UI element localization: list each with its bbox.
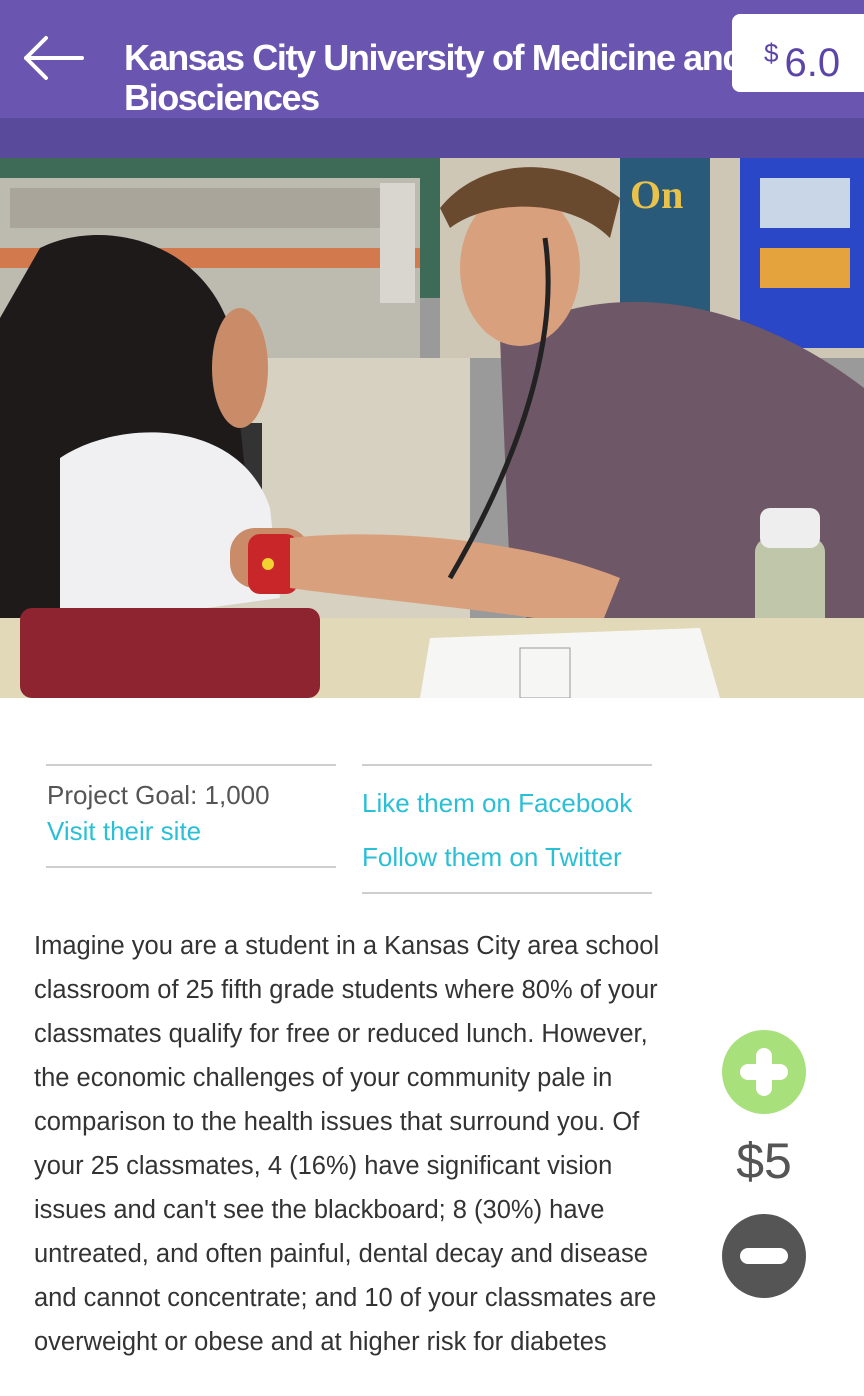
project-info: Project Goal: 1,000 Visit their site (46, 764, 336, 868)
balance-badge[interactable]: $6.0 (732, 14, 864, 92)
page-title: Kansas City University of Medicine and B… (124, 38, 744, 118)
sign-text: On (630, 172, 683, 217)
twitter-link[interactable]: Follow them on Twitter (362, 842, 622, 873)
minus-icon (740, 1248, 788, 1264)
back-button[interactable] (18, 30, 90, 90)
app-header: Kansas City University of Medicine and B… (0, 0, 864, 118)
back-arrow-icon (24, 36, 84, 80)
plus-icon (740, 1048, 788, 1096)
page-title-line-1: Kansas City University of Medicine and (124, 37, 744, 78)
project-photo: On (0, 158, 864, 698)
page-title-line-2: Biosciences (124, 77, 320, 118)
balance-value: 6.0 (784, 41, 841, 85)
visit-site-link[interactable]: Visit their site (47, 816, 201, 847)
facebook-link[interactable]: Like them on Facebook (362, 788, 632, 819)
increase-donation-button[interactable] (722, 1030, 806, 1114)
decrease-donation-button[interactable] (722, 1214, 806, 1298)
social-links: Like them on Facebook Follow them on Twi… (362, 764, 652, 894)
project-description: Imagine you are a student in a Kansas Ci… (34, 932, 660, 1356)
balance-currency: $ (764, 38, 779, 68)
project-goal: Project Goal: 1,000 (47, 780, 270, 810)
donation-amount: $5 (736, 1133, 792, 1189)
header-shadow-band (0, 118, 864, 158)
